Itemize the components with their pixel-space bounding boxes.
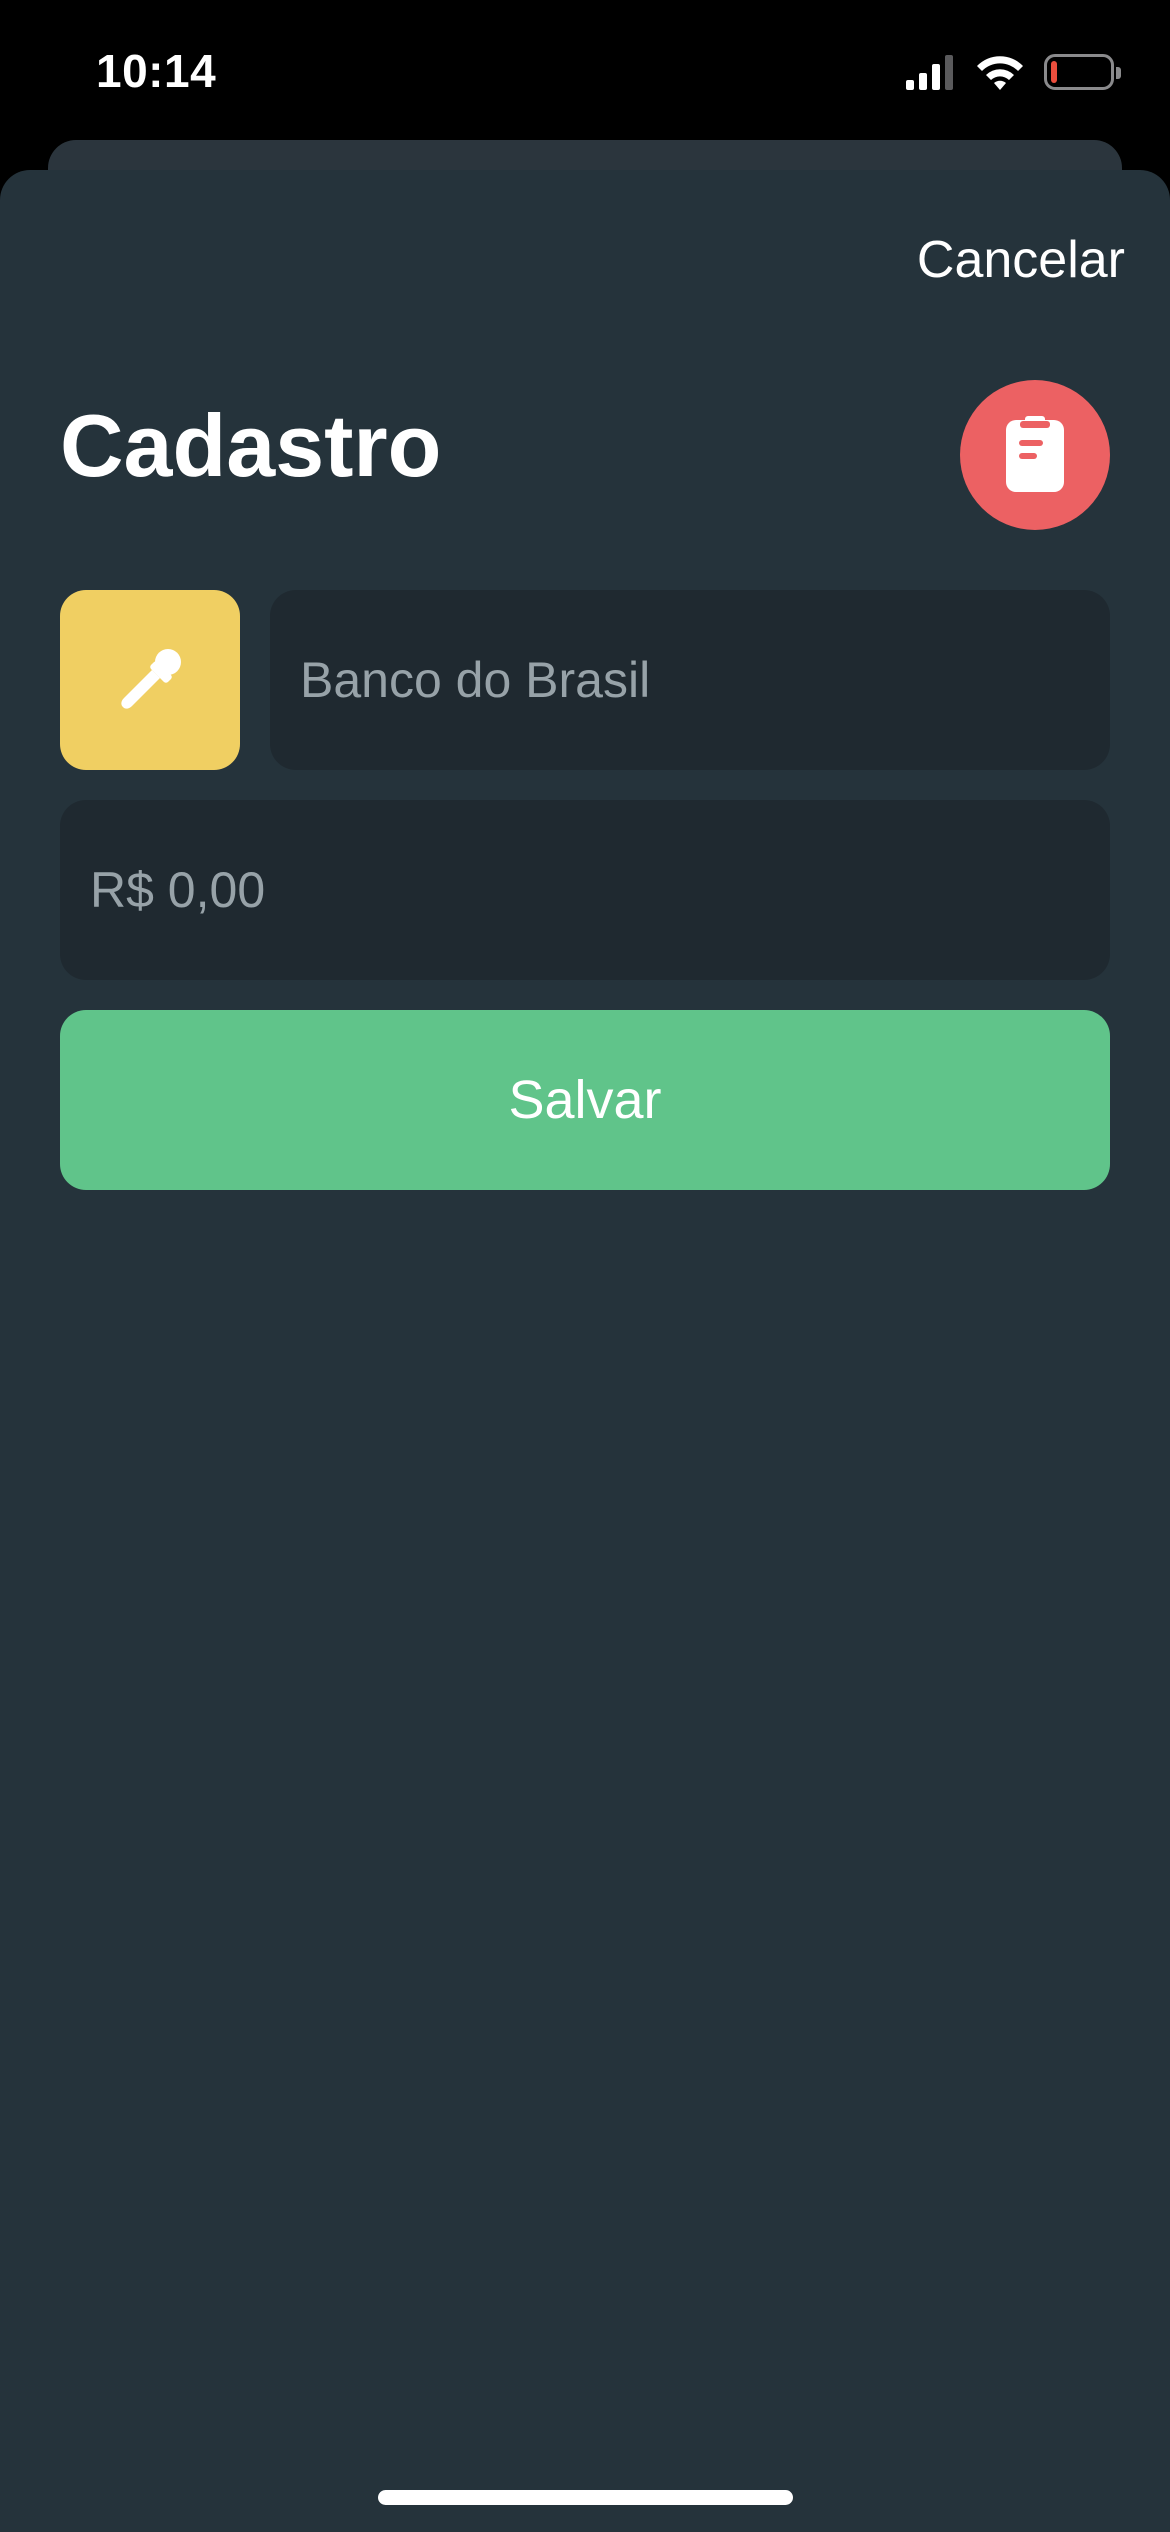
modal-sheet: Cancelar Cadastro Salvar	[0, 170, 1170, 2532]
clipboard-button[interactable]	[960, 380, 1110, 530]
cancel-button[interactable]: Cancelar	[917, 230, 1125, 290]
color-picker-button[interactable]	[60, 590, 240, 770]
amount-input[interactable]	[60, 800, 1110, 980]
status-icons	[904, 52, 1121, 92]
status-bar: 10:14	[0, 0, 1170, 150]
status-time: 10:14	[96, 45, 217, 97]
eyedropper-icon	[121, 649, 181, 709]
wifi-icon	[977, 56, 1023, 90]
battery-tip	[1116, 67, 1121, 79]
page-title: Cadastro	[60, 396, 442, 495]
save-button[interactable]: Salvar	[60, 1010, 1110, 1190]
battery-low-icon	[1044, 54, 1121, 90]
cellular-signal-icon	[906, 55, 953, 90]
clipboard-icon	[1006, 416, 1064, 492]
bank-name-input[interactable]	[270, 590, 1110, 770]
screen: 10:14 Cancelar Cadastro Banco do Brasil …	[0, 0, 1170, 2532]
battery-level	[1051, 61, 1057, 83]
home-indicator	[378, 2490, 793, 2505]
